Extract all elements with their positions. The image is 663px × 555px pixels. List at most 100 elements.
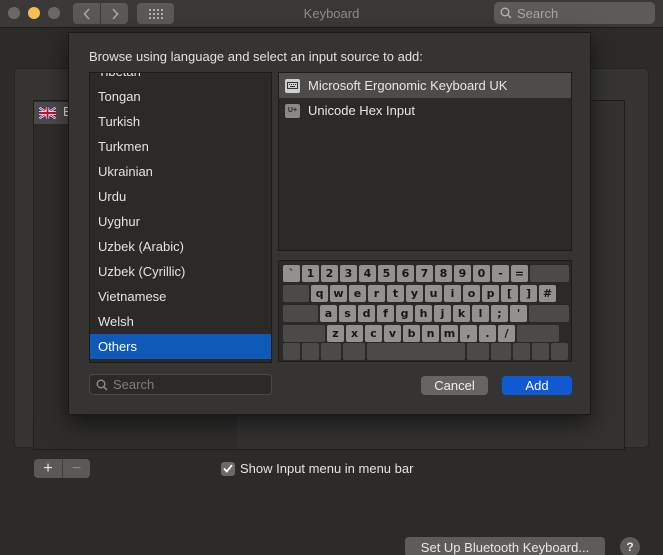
language-search-field[interactable] — [89, 374, 272, 395]
key: c — [365, 325, 382, 342]
arrow-updown-key — [532, 343, 549, 360]
key: o — [463, 285, 480, 302]
key: 0 — [473, 265, 490, 282]
key: = — [511, 265, 528, 282]
input-source-options-list[interactable]: Microsoft Ergonomic Keyboard UK U+ Unico… — [278, 72, 572, 251]
language-item[interactable]: Turkish — [90, 109, 271, 134]
cancel-button[interactable]: Cancel — [421, 376, 488, 395]
key: x — [346, 325, 363, 342]
key: 4 — [359, 265, 376, 282]
key: 2 — [321, 265, 338, 282]
key: 6 — [397, 265, 414, 282]
key: t — [387, 285, 404, 302]
language-item[interactable]: Uzbek (Arabic) — [90, 234, 271, 259]
keyboard-row — [283, 343, 568, 360]
language-item[interactable]: Uzbek (Cyrillic) — [90, 259, 271, 284]
caps-lock-key — [283, 305, 318, 322]
key: 7 — [416, 265, 433, 282]
key: z — [327, 325, 344, 342]
command-key-right — [467, 343, 489, 360]
key: y — [406, 285, 423, 302]
key: 8 — [435, 265, 452, 282]
key: i — [444, 285, 461, 302]
show-input-menu-checkbox[interactable] — [221, 461, 235, 476]
language-list[interactable]: Tibetan Tongan Turkish Turkmen Ukrainian… — [89, 72, 272, 363]
keyboard-row: a s d f g h j k l ; ' — [283, 305, 569, 322]
key: 9 — [454, 265, 471, 282]
keyboard-icon — [285, 78, 300, 93]
key: j — [434, 305, 451, 322]
key: [ — [501, 285, 518, 302]
add-button[interactable]: Add — [502, 376, 572, 395]
key: . — [479, 325, 496, 342]
language-item[interactable]: Ukrainian — [90, 159, 271, 184]
key: e — [349, 285, 366, 302]
add-input-source-sheet: Browse using language and select an inpu… — [68, 32, 591, 415]
uk-flag-icon — [39, 107, 56, 119]
key: w — [330, 285, 347, 302]
keyboard-layout-preview: ` 1 2 3 4 5 6 7 8 9 0 - = q w e r t y u … — [278, 260, 572, 362]
show-input-menu-label: Show Input menu in menu bar — [240, 461, 414, 476]
control-key — [302, 343, 319, 360]
key: / — [498, 325, 515, 342]
key: ` — [283, 265, 300, 282]
key: s — [339, 305, 356, 322]
search-icon — [500, 7, 512, 19]
toolbar-search-placeholder: Search — [517, 5, 559, 21]
key: b — [403, 325, 420, 342]
language-item[interactable]: Tongan — [90, 84, 271, 109]
key: 3 — [340, 265, 357, 282]
return-key — [529, 305, 569, 322]
show-input-menu-option[interactable]: Show Input menu in menu bar — [221, 461, 413, 476]
key: - — [492, 265, 509, 282]
key: l — [472, 305, 489, 322]
sheet-prompt: Browse using language and select an inpu… — [89, 49, 423, 64]
language-item[interactable]: Uyghur — [90, 209, 271, 234]
language-item[interactable]: Urdu — [90, 184, 271, 209]
arrow-right-key — [551, 343, 568, 360]
language-item[interactable]: Turkmen — [90, 134, 271, 159]
key: n — [422, 325, 439, 342]
language-item-selected[interactable]: Others — [90, 334, 271, 359]
search-icon — [96, 379, 108, 391]
key: d — [358, 305, 375, 322]
key: 1 — [302, 265, 319, 282]
language-item[interactable]: Welsh — [90, 309, 271, 334]
remove-input-source-button[interactable]: − — [62, 459, 90, 478]
key: a — [320, 305, 337, 322]
setup-bluetooth-keyboard-button[interactable]: Set Up Bluetooth Keyboard... — [405, 537, 605, 555]
source-item[interactable]: U+ Unicode Hex Input — [279, 98, 571, 123]
source-item-label: Microsoft Ergonomic Keyboard UK — [308, 78, 508, 93]
tab-key — [283, 285, 309, 302]
toolbar-search-field[interactable]: Search — [494, 2, 655, 24]
language-item[interactable]: Vietnamese — [90, 284, 271, 309]
delete-key — [530, 265, 569, 282]
help-button[interactable]: ? — [620, 537, 640, 555]
key: g — [396, 305, 413, 322]
left-shift-key — [283, 325, 325, 342]
source-item-label: Unicode Hex Input — [308, 103, 415, 118]
keyboard-row: ` 1 2 3 4 5 6 7 8 9 0 - = — [283, 265, 569, 282]
key: ] — [520, 285, 537, 302]
source-item-selected[interactable]: Microsoft Ergonomic Keyboard UK — [279, 73, 571, 98]
key: u — [425, 285, 442, 302]
language-search-input[interactable] — [113, 377, 263, 392]
key: , — [460, 325, 477, 342]
title-bar: Keyboard Search — [0, 0, 663, 28]
right-shift-key — [517, 325, 559, 342]
keyboard-row: z x c v b n m , . / — [283, 325, 559, 342]
key: h — [415, 305, 432, 322]
checkmark-icon — [223, 464, 233, 473]
keyboard-row: q w e r t y u i o p [ ] # — [283, 285, 556, 302]
key: k — [453, 305, 470, 322]
key: p — [482, 285, 499, 302]
key: ' — [510, 305, 527, 322]
key: f — [377, 305, 394, 322]
add-input-source-button[interactable]: + — [34, 459, 62, 478]
key: 5 — [378, 265, 395, 282]
key: # — [539, 285, 556, 302]
key: r — [368, 285, 385, 302]
key: m — [441, 325, 458, 342]
language-item[interactable]: Tibetan — [90, 73, 271, 84]
key: ; — [491, 305, 508, 322]
